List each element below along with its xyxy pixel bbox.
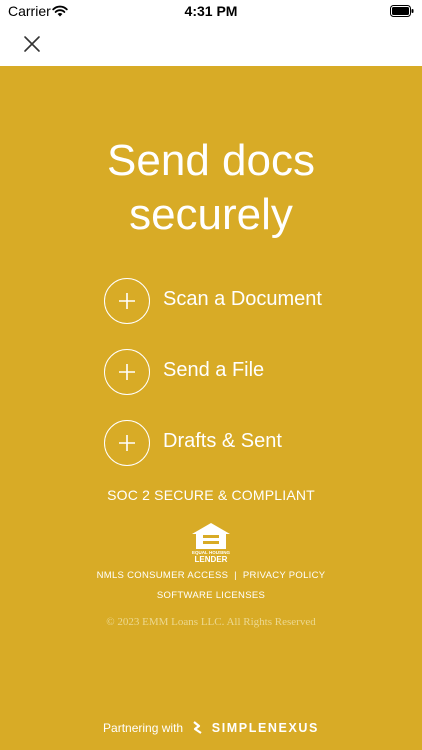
partner-footer: Partnering with SIMPLENEXUS [0,721,422,737]
compliance-text: SOC 2 SECURE & COMPLIANT [107,487,315,503]
page-title: Send docs securely [0,134,422,242]
privacy-policy-link[interactable]: PRIVACY POLICY [243,570,326,581]
partner-brand: SIMPLENEXUS [211,721,319,735]
plus-icon [119,293,135,309]
close-icon [24,36,40,52]
logo-text: EQUAL HOUSING LENDER [191,550,231,564]
plus-circle [104,278,150,324]
plus-circle [104,349,150,395]
partner-prefix: Partnering with [103,721,184,735]
drafts-sent-label: Drafts & Sent [163,430,282,452]
nmls-consumer-access-link[interactable]: NMLS CONSUMER ACCESS [97,570,229,581]
nav-bar [0,24,422,66]
simplenexus-logo-icon [192,721,204,737]
scan-document-button[interactable]: Scan a Document [104,278,364,324]
send-file-label: Send a File [163,359,265,381]
headline-line-1: Send docs [107,136,315,185]
clock-time: 4:31 PM [184,3,238,19]
software-licenses-link[interactable]: SOFTWARE LICENSES [0,590,422,601]
plus-circle [104,420,150,466]
plus-icon [119,435,135,451]
main-panel: Send docs securely Scan a Document Send … [0,66,422,750]
footer-links: NMLS CONSUMER ACCESS | PRIVACY POLICY [0,570,422,581]
drafts-sent-button[interactable]: Drafts & Sent [104,420,364,466]
close-button[interactable] [20,32,44,56]
house-icon [192,523,230,549]
scan-document-label: Scan a Document [163,288,322,310]
headline-line-2: securely [129,190,293,239]
battery-icon [390,4,414,17]
link-separator: | [234,570,237,581]
logo-text-line-2: LENDER [194,555,228,564]
copyright-text: © 2023 EMM Loans LLC. All Rights Reserve… [106,616,316,628]
equal-housing-lender-logo: EQUAL HOUSING LENDER [191,522,231,564]
status-bar: Carrier 4:31 PM [0,0,422,24]
plus-icon [119,364,135,380]
send-file-button[interactable]: Send a File [104,349,364,395]
